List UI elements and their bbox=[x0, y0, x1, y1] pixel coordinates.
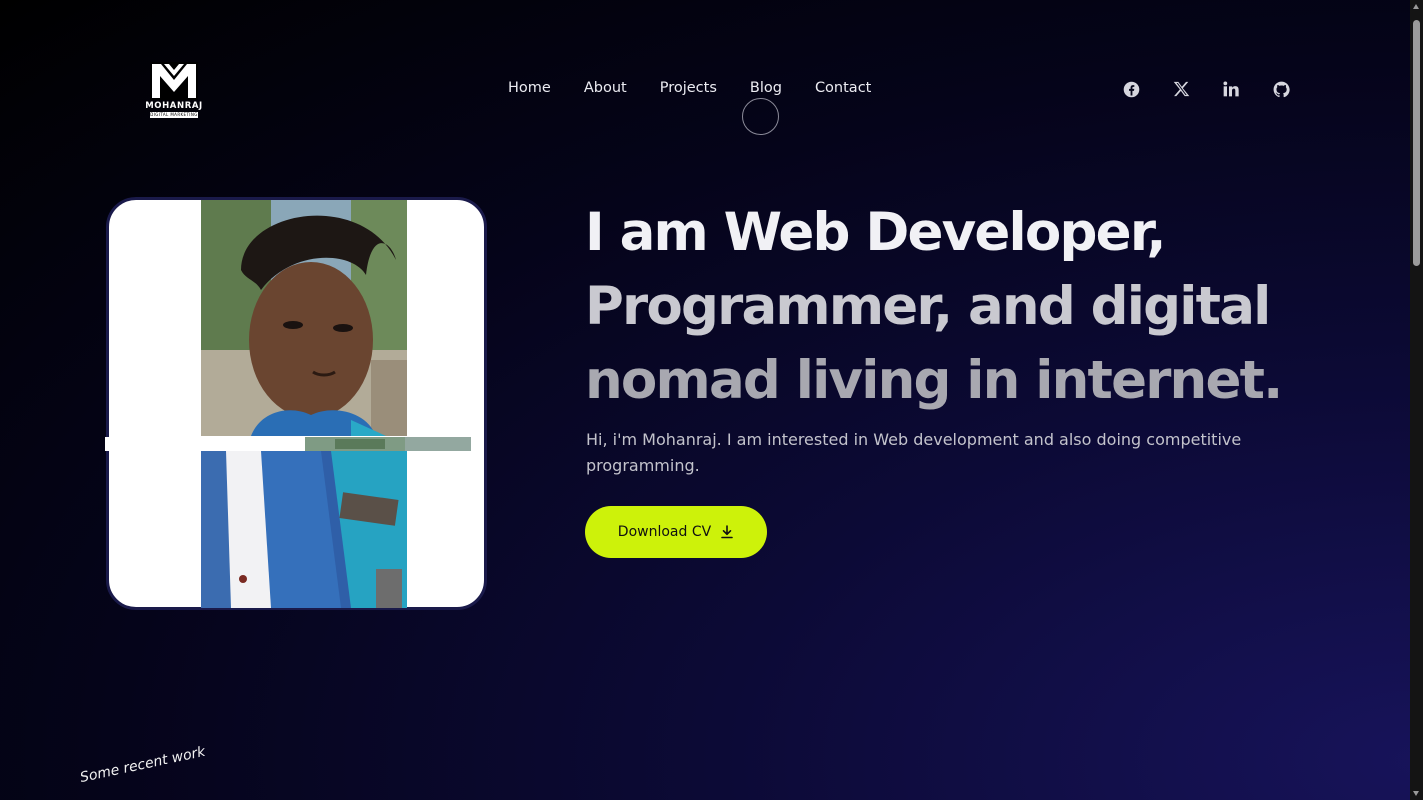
page-scrollbar[interactable] bbox=[1410, 0, 1423, 800]
linkedin-icon[interactable] bbox=[1222, 80, 1240, 98]
logo-name: MOHANRAJ bbox=[145, 101, 203, 111]
nav-about[interactable]: About bbox=[584, 80, 627, 96]
profile-photo-bottom bbox=[201, 451, 407, 608]
nav-contact[interactable]: Contact bbox=[815, 80, 871, 96]
logo-tagline: DIGITAL MARKETING bbox=[150, 112, 198, 118]
hero-intro: Hi, i'm Mohanraj. I am interested in Web… bbox=[586, 430, 1242, 475]
hero-line-2: Programmer, and digital bbox=[585, 276, 1271, 337]
recent-work-label: Some recent work bbox=[78, 743, 207, 786]
download-cv-label: Download CV bbox=[617, 524, 712, 540]
custom-cursor-ring bbox=[742, 98, 779, 135]
site-logo[interactable]: MOHANRAJ DIGITAL MARKETING bbox=[142, 62, 206, 124]
download-cv-button[interactable]: Download CV bbox=[585, 506, 767, 558]
download-icon bbox=[720, 525, 734, 539]
profile-photo-card bbox=[105, 197, 487, 610]
nav-projects[interactable]: Projects bbox=[660, 80, 717, 96]
portfolio-page: MOHANRAJ DIGITAL MARKETING Home About Pr… bbox=[0, 0, 1410, 800]
x-twitter-icon[interactable] bbox=[1172, 80, 1190, 98]
scroll-up-arrow-icon[interactable] bbox=[1413, 4, 1419, 9]
hero-line-3: nomad living in internet. bbox=[585, 350, 1283, 411]
profile-photo-top bbox=[201, 200, 407, 436]
scroll-down-arrow-icon[interactable] bbox=[1413, 791, 1419, 796]
nav-blog[interactable]: Blog bbox=[750, 80, 782, 96]
logo-mark-icon bbox=[150, 62, 198, 100]
scrollbar-thumb[interactable] bbox=[1413, 20, 1420, 266]
social-links bbox=[1122, 80, 1290, 98]
github-icon[interactable] bbox=[1272, 80, 1290, 98]
hero-line-1: I am Web Developer, bbox=[585, 202, 1167, 263]
hero-headline: I am Web Developer, Programmer, and digi… bbox=[585, 196, 1305, 418]
nav-home[interactable]: Home bbox=[508, 80, 551, 96]
facebook-icon[interactable] bbox=[1122, 80, 1140, 98]
glitch-strip bbox=[105, 436, 471, 451]
main-nav: Home About Projects Blog Contact bbox=[508, 80, 871, 96]
